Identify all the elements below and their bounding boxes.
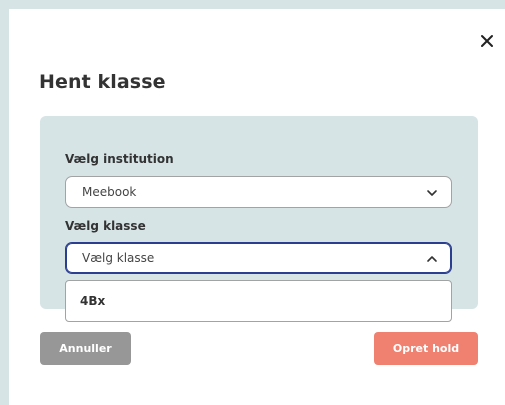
klasse-dropdown-list: 4Bx [65,280,452,322]
chevron-down-icon [427,190,437,196]
modal-dialog: Hent klasse Vælg institution Meebook Væl… [9,9,505,405]
cancel-button[interactable]: Annuller [40,332,131,365]
create-team-button[interactable]: Opret hold [374,332,478,365]
klasse-label: Vælg klasse [65,219,146,233]
institution-label: Vælg institution [65,152,174,166]
close-button[interactable] [477,31,497,51]
close-icon[interactable] [477,31,497,51]
chevron-up-icon [427,256,437,262]
institution-select-value: Meebook [82,185,137,199]
klasse-select[interactable]: Vælg klasse [65,242,452,274]
klasse-select-placeholder: Vælg klasse [82,251,155,265]
modal-title: Hent klasse [39,71,166,93]
dropdown-option[interactable]: 4Bx [66,281,451,321]
institution-select[interactable]: Meebook [65,176,452,208]
dropdown-option-label: 4Bx [80,294,106,308]
